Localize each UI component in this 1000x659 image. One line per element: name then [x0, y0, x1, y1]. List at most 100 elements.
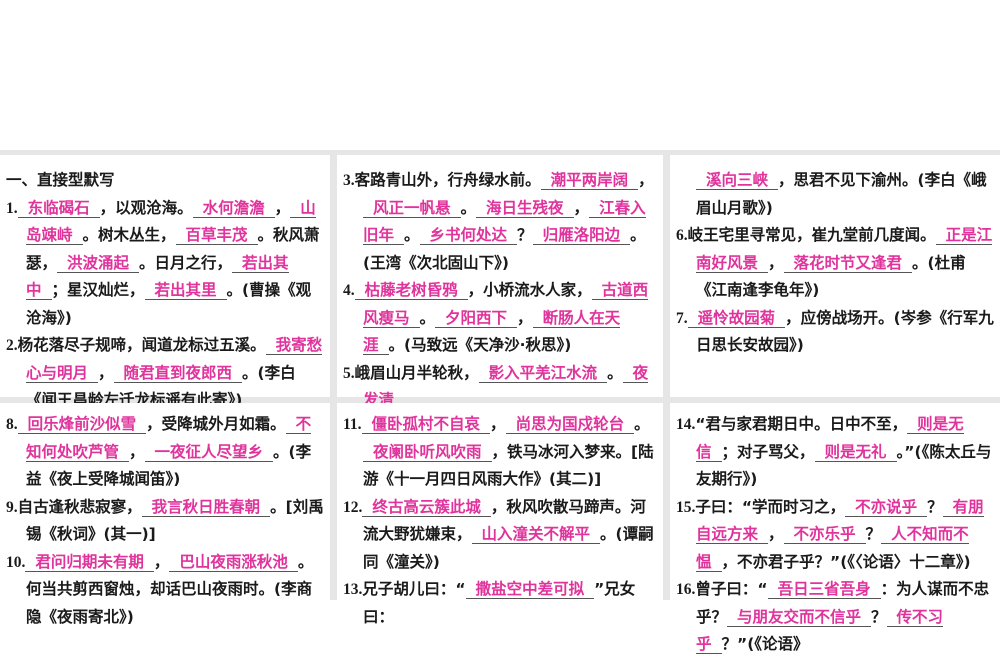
question-text: 。 [419, 308, 436, 327]
question-text: 。日月之行， [139, 253, 233, 272]
question-text: ， [98, 363, 114, 382]
answer-blank: 则是无礼 [814, 442, 897, 462]
answer-blank: 溪向三峡 [696, 171, 779, 190]
answer-blank: 回乐烽前沙似雪 [17, 415, 147, 434]
question-text: ？ [865, 525, 882, 543]
question-text: 。 [607, 363, 623, 382]
question-text: 。 [460, 198, 477, 217]
section-heading: 一、直接型默写 [6, 171, 115, 189]
answer-blank: 东临碣石 [17, 198, 100, 218]
question-item: 11. 僵卧孤村不自哀，尚思为国戍轮台 。夜阑卧听风吹雨 ，铁马冰河入梦来。[陆游《十… [343, 411, 657, 494]
answer-blank: 乡书何处达 [419, 226, 518, 245]
answer-blank: 与朋友交而不信乎 [727, 607, 872, 627]
question-text: 子曰：“学而时习之， [695, 497, 846, 516]
question-number: 13. [343, 581, 363, 598]
exercise-panel: 11. 僵卧孤村不自哀，尚思为国戍轮台 。夜阑卧听风吹雨 ，铁马冰河入梦来。[陆游《十… [337, 403, 663, 631]
answer-blank: 潮平两岸阔 [540, 171, 639, 190]
question-text: 杨花落尽子规啼，闻道龙标过五溪。 [17, 336, 266, 354]
answer-blank: 海日生残夜 [476, 198, 574, 218]
answer-blank: 撒盐空中差可拟 [465, 580, 595, 599]
question-item: 4. 枯藤老树昏鸦 ，小桥流水人家， 古道西风瘦马。夕阳西下，断肠人在天涯 。(马致远《… [343, 277, 657, 360]
question-item: 9.自古逢秋悲寂寥， 我言秋日胜春朝 。[刘禹锡《秋词》(其一)] [6, 494, 324, 549]
question-item: 6.岐王宅里寻常见，崔九堂前几度闻。 正是江南好风景，落花时节又逢君 。(杜甫《江南… [676, 222, 994, 305]
exercise-panel: 3.客路青山外，行舟绿水前。 潮平两岸阔 ，风正一帆悬。海日生残夜，江春入旧年。乡书… [337, 155, 663, 410]
answer-blank: 僵卧孤村不自哀 [361, 415, 491, 434]
question-number: 5. [343, 364, 355, 382]
question-text: ， [490, 415, 506, 433]
answer-blank: 洪波涌起 [57, 253, 140, 273]
answer-blank: 不亦乐乎 [783, 525, 866, 544]
answer-blank: 巴山夜雨涨秋池 [169, 552, 298, 572]
question-number: 14. [676, 416, 696, 433]
question-item: 10. 君问归期未有期，巴山夜雨涨秋池 。何当共剪西窗烛，却话巴山夜雨时。(李商隐《… [6, 549, 324, 632]
question-text: ，以观沧海。 [99, 198, 193, 217]
answer-blank: 夜阑卧听风吹雨 [363, 442, 492, 462]
question-number: 9. [6, 498, 18, 516]
question-text: ，不亦君子乎？”(《〈论语〉十二章》) [721, 552, 971, 571]
question-number: 16. [676, 581, 696, 598]
question-text: ， [573, 198, 590, 217]
question-text: ， [129, 442, 145, 461]
answer-blank: 水何澹澹 [192, 198, 275, 218]
exercise-panel: 溪向三峡 ，思君不见下渝州。(李白《峨眉山月歌》) 6.岐王宅里寻常见，崔九堂前几度… [670, 155, 1000, 397]
question-number: 8. [6, 416, 18, 433]
question-item: 12. 终古高云簇此城 ，秋风吹散马蹄声。河流大野犹嫌束， 山入潼关不解平 。(谭嗣同《… [343, 494, 657, 577]
question-number: 3. [343, 172, 355, 189]
answer-blank: 终古高云簇此城 [362, 497, 491, 517]
question-text: 。树木丛生， [82, 226, 176, 244]
answer-blank: 枯藤老树昏鸦 [354, 281, 468, 300]
answer-blank: 我言秋日胜春朝 [141, 497, 271, 517]
question-text: ；星汉灿烂， [51, 281, 145, 299]
question-text: ， [274, 198, 291, 217]
answer-blank: 夕阳西下 [435, 308, 518, 328]
answer-blank: 山入潼关不解平 [471, 525, 601, 544]
answer-blank: 随君直到夜郎西 [113, 363, 243, 383]
question-number: 11. [343, 416, 362, 433]
question-text: ，受降城外月如霜。 [146, 415, 286, 433]
question-text: 。(马致远《天净沙·秋思》) [388, 336, 572, 354]
question-text: ， [638, 171, 654, 189]
question-item: 15.子曰：“学而时习之， 不亦说乎？有朋自远方来，不亦乐乎？人不知而不愠 ，不亦君… [676, 494, 994, 577]
question-text: ？ [517, 226, 533, 244]
answer-blank: 影入平羌江水流 [478, 363, 608, 383]
question-number: 2. [6, 337, 18, 354]
question-number: 12. [343, 498, 363, 516]
question-text: 岐王宅里寻常见，崔九堂前几度闻。 [687, 226, 936, 244]
question-text: ， [768, 525, 784, 543]
question-item: 8. 回乐烽前沙似雪 ，受降城外月如霜。 不知何处吹芦管，一夜征人尽望乡 。(李益《夜上… [6, 411, 324, 494]
question-text: ， [768, 253, 784, 272]
question-text: 自古逢秋悲寂寥， [17, 497, 142, 516]
question-number: 10. [6, 553, 26, 571]
question-number: 1. [6, 199, 18, 217]
question-item: 7. 遥怜故园菊 ，应傍战场开。(岑参《行军九日思长安故园》) [676, 305, 994, 360]
question-number: 4. [343, 282, 355, 299]
question-item: 3.客路青山外，行舟绿水前。 潮平两岸阔 ，风正一帆悬。海日生残夜，江春入旧年。乡书… [343, 167, 657, 277]
question-text: ，小桥流水人家， [467, 281, 592, 299]
answer-blank: 吾日三省吾身 [767, 580, 881, 599]
question-text: ， [517, 308, 533, 327]
answer-blank: 遥怜故园菊 [687, 308, 786, 328]
question-text: “君与家君期日中。日中不至， [695, 415, 908, 433]
question-number: 15. [676, 498, 696, 516]
question-text: 峨眉山月半轮秋， [354, 363, 479, 382]
question-item: 1. 东临碣石 ，以观沧海。 水何澹澹，山岛竦峙 。树木丛生， 百草丰茂 。秋风萧瑟， 洪波涌… [6, 195, 324, 333]
answer-blank: 尚思为国戍轮台 [505, 415, 635, 434]
question-text: ？ [871, 607, 887, 626]
question-text: 曾子曰：“ [695, 580, 768, 598]
answer-blank: 若出其里 [144, 281, 227, 300]
question-number: 7. [676, 309, 688, 327]
question-item: 16.曾子曰：“ 吾日三省吾身 ：为人谋而不忠乎？ 与朋友交而不信乎？传不习乎 ？”(《… [676, 576, 994, 659]
exercise-panel: 一、直接型默写 1. 东临碣石 ，以观沧海。 水何澹澹，山岛竦峙 。树木丛生， 百草丰茂 。秋… [0, 155, 330, 409]
answer-blank: 不亦说乎 [845, 497, 928, 517]
question-text: 。 [404, 226, 420, 244]
question-text: 兄子胡儿曰：“ [362, 580, 466, 598]
answer-blank: 一夜征人尽望乡 [144, 442, 274, 462]
answer-blank: 君问归期未有期 [25, 552, 154, 572]
question-text: ， [153, 552, 170, 571]
question-item: 溪向三峡 ，思君不见下渝州。(李白《峨眉山月歌》) [676, 167, 994, 222]
question-item: 13.兄子胡儿曰：“ 撒盐空中差可拟 ”兄女曰： [343, 576, 657, 631]
question-text: 客路青山外，行舟绿水前。 [354, 171, 541, 189]
answer-blank: 归雁洛阳边 [532, 226, 631, 245]
exercise-panel: 14.“君与家君期日中。日中不至， 则是无信 ；对子骂父， 则是无礼 。”(《陈太丘与友… [670, 403, 1000, 659]
question-text: ？”(《论语》 [721, 635, 809, 653]
